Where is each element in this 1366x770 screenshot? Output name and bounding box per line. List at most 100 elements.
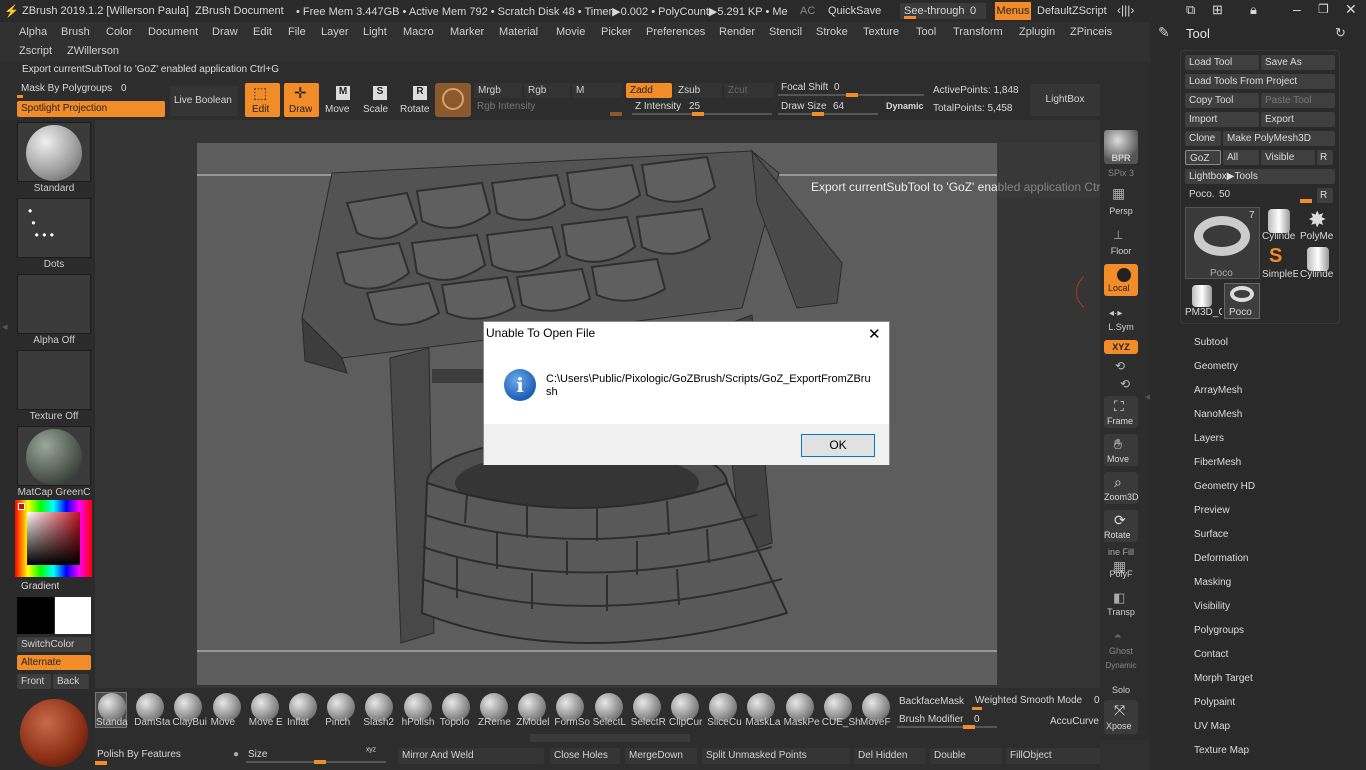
lightbox-tools-button[interactable]: Lightbox▶Tools [1185,169,1335,184]
xpose-button[interactable]: ⤧ Xpose [1104,700,1138,734]
subpalette-arraymesh[interactable]: ArrayMesh [1194,385,1242,396]
scale-button[interactable]: S Scale [361,83,395,117]
tool-panel-title[interactable]: Tool [1186,26,1210,41]
layout-icons[interactable]: ‹|||› [1117,3,1134,17]
brush-label[interactable]: SelectR [631,717,669,728]
lightbox-button[interactable]: LightBox [1030,84,1100,116]
split-unmasked-points-button[interactable]: Split Unmasked Points [702,748,850,764]
subpalette-texture-map[interactable]: Texture Map [1194,745,1249,756]
alternate-button[interactable]: Alternate [17,655,91,670]
menu-zscript[interactable]: Zscript [19,45,52,57]
menu-brush[interactable]: Brush [61,26,90,38]
subpalette-surface[interactable]: Surface [1194,529,1228,540]
goz-button[interactable]: GoZ [1185,150,1221,165]
menu-stroke[interactable]: Stroke [816,26,848,38]
material-swatch-button[interactable] [435,83,471,117]
zadd-button[interactable]: Zadd [626,83,672,98]
secondary-color-swatch[interactable] [17,597,54,634]
palette-layout-icon[interactable]: ⊞ [1212,2,1223,18]
brush-label[interactable]: MaskPe [784,717,822,728]
polyf-button[interactable]: PolyF [1100,569,1142,579]
subpalette-deformation[interactable]: Deformation [1194,553,1248,564]
export-button[interactable]: Export [1261,112,1335,127]
menu-marker[interactable]: Marker [450,26,484,38]
brush-label[interactable]: ClipCur [669,717,707,728]
brush-label[interactable]: MaskLa [745,717,783,728]
rotate-button[interactable]: R Rotate [399,83,433,117]
brush-label[interactable]: Pinch [325,717,363,728]
menu-zpinceis[interactable]: ZPinceis [1070,26,1112,38]
subpalette-morph-target[interactable]: Morph Target [1194,673,1253,684]
front-button[interactable]: Front [17,674,51,689]
brush-label[interactable]: Slash2 [363,717,401,728]
menu-zplugin[interactable]: Zplugin [1019,26,1055,38]
menus-toggle[interactable]: Menus [995,2,1031,20]
menu-texture[interactable]: Texture [863,26,899,38]
close-holes-button[interactable]: Close Holes [550,748,620,764]
solo-button[interactable]: Solo [1100,685,1142,695]
reset-icon[interactable]: ↻ [1335,25,1346,41]
menu-color[interactable]: Color [106,26,132,38]
make-polymesh3d-button[interactable]: Make PolyMesh3D [1223,131,1335,146]
subpalette-contact[interactable]: Contact [1194,649,1228,660]
brush-label[interactable]: ZReme [478,717,516,728]
menu-edit[interactable]: Edit [253,26,272,38]
material-preview-sphere[interactable] [20,699,88,767]
spotlight-projection-button[interactable]: Spotlight Projection [17,101,165,117]
menu-zwillerson[interactable]: ZWillerson [67,45,119,57]
mergedown-button[interactable]: MergeDown [625,748,697,764]
del-hidden-button[interactable]: Del Hidden [854,748,926,764]
persp-button[interactable]: Persp [1100,206,1142,216]
back-button[interactable]: Back [53,674,89,689]
subpalette-polygroups[interactable]: Polygroups [1194,625,1244,636]
menu-alpha[interactable]: Alpha [19,26,47,38]
polish-by-features-slider[interactable]: Polish By Features [95,748,225,765]
paste-tool-button[interactable]: Paste Tool [1261,93,1335,108]
rgb-button[interactable]: Rgb [524,83,570,98]
load-tools-from-project-button[interactable]: Load Tools From Project [1185,74,1335,89]
mrgb-button[interactable]: Mrgb [474,83,522,98]
double-button[interactable]: Double [930,748,1002,764]
goz-visible-button[interactable]: Visible [1261,150,1315,165]
transp-button[interactable]: Transp [1100,607,1142,617]
menu-render[interactable]: Render [719,26,755,38]
brush-label[interactable]: SelectL [593,717,631,728]
window-layout-icon[interactable]: ⧉ [1186,2,1195,18]
spix-slider[interactable]: SPix 3 [1100,168,1142,178]
live-boolean-button[interactable]: Live Boolean [170,86,238,116]
menu-macro[interactable]: Macro [403,26,434,38]
backfacemask-toggle[interactable]: BackfaceMask [899,696,964,707]
material-thumbnail[interactable] [17,426,91,486]
tool-thumb-pm3d[interactable]: PM3D_C [1185,283,1222,319]
load-tool-button[interactable]: Load Tool [1185,55,1259,70]
brush-label[interactable]: ClayBui [172,717,210,728]
edit-button[interactable]: ⬚ Edit [245,83,280,117]
menu-picker[interactable]: Picker [601,26,632,38]
size-slider[interactable]: Size ˣʸᶻ [246,746,391,764]
fillobject-button[interactable]: FillObject [1006,748,1100,764]
brush-label[interactable]: MoveF [860,717,898,728]
clone-button[interactable]: Clone [1185,131,1221,146]
z-intensity-slider[interactable]: Z Intensity 25 [632,100,772,116]
brush-label[interactable]: hPolish [402,717,440,728]
menu-transform[interactable]: Transform [953,26,1003,38]
goz-all-button[interactable]: All [1223,150,1259,165]
current-tool-thumbnail[interactable]: 7 Poco [1185,207,1260,279]
dialog-close-icon[interactable]: ✕ [868,325,881,343]
tool-thumb-poco[interactable]: Poco [1224,283,1260,319]
subpalette-geometry[interactable]: Geometry [1194,361,1238,372]
menu-layer[interactable]: Layer [321,26,349,38]
ok-button[interactable]: OK [801,434,875,457]
local-button[interactable]: Local [1104,264,1138,296]
z-rotate-icon[interactable]: ⟲ [1120,377,1130,391]
menu-stencil[interactable]: Stencil [769,26,802,38]
subpalette-visibility[interactable]: Visibility [1194,601,1230,612]
brush-scroll-strip[interactable] [530,734,690,742]
brush-label[interactable]: Move E [249,717,287,728]
y-rotate-icon[interactable]: ⟲ [1115,359,1125,373]
left-tray-arrow-icon[interactable]: ◂ [2,320,8,333]
lock-icon[interactable]: 🔒︎ [1250,2,1257,18]
frame-button[interactable]: ⛶ Frame [1104,396,1138,428]
gradient-label[interactable]: Gradient [21,581,59,592]
alpha-thumbnail[interactable] [17,274,91,334]
